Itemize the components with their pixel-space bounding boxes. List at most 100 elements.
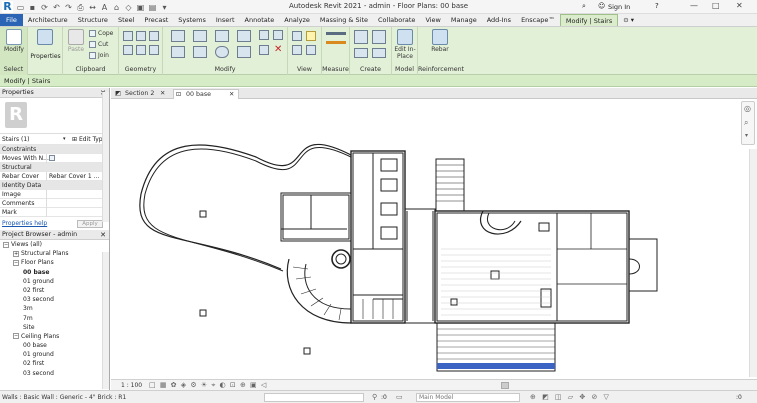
move-icon[interactable] (171, 46, 185, 58)
override-graphics-icon[interactable] (306, 31, 316, 41)
collapse-icon[interactable]: − (13, 259, 19, 266)
browser-item[interactable]: 7m (3, 314, 109, 323)
tab-insert[interactable]: Insert (211, 14, 240, 26)
linework-icon[interactable] (292, 45, 302, 55)
paint-icon[interactable] (136, 31, 146, 41)
copy-icon[interactable] (193, 46, 207, 58)
image-field[interactable] (46, 190, 100, 199)
worksets-icon[interactable]: ⚲ (372, 391, 377, 403)
tab-systems[interactable]: Systems (173, 14, 211, 26)
wall-joins-icon[interactable] (149, 31, 159, 41)
split-icon[interactable] (237, 46, 251, 58)
create-assembly-icon[interactable] (354, 30, 368, 44)
tab-collaborate[interactable]: Collaborate (373, 14, 420, 26)
rebar-cover-field[interactable]: Rebar Cover 1 ... (46, 172, 100, 181)
help-icon[interactable]: ? (655, 2, 659, 10)
filter-dropdown-icon[interactable]: ▾ (63, 134, 66, 145)
design-option-selector[interactable]: Main Model (416, 393, 520, 402)
browser-item[interactable]: + Structural Plans (3, 249, 109, 258)
rebar-button[interactable]: Rebar (429, 29, 451, 53)
type-selector[interactable]: R ▾ (0, 98, 109, 134)
browser-item[interactable]: 01 ground (3, 277, 109, 286)
tab-00-base[interactable]: ⊡ 00 base ✕ (173, 89, 239, 99)
properties-help-link[interactable]: Properties help (2, 220, 47, 227)
search-icon[interactable]: ⌕ (582, 2, 586, 11)
canvas-horizontal-scrollbar-thumb[interactable] (501, 382, 509, 389)
tab-manage[interactable]: Manage (446, 14, 482, 26)
offset-icon[interactable] (193, 30, 207, 42)
paste-button[interactable]: Paste (65, 29, 87, 53)
array-icon[interactable] (259, 30, 269, 40)
group-structural[interactable]: Structural (0, 163, 109, 172)
steering-wheel-icon[interactable]: ◎ (744, 104, 751, 113)
tab-add-ins[interactable]: Add-Ins (482, 14, 516, 26)
group-identity[interactable]: Identity Data (0, 181, 109, 190)
browser-item[interactable]: − Views (all) (3, 240, 109, 249)
dimension-icon[interactable] (326, 41, 346, 44)
minimize-button[interactable]: — (690, 1, 698, 10)
apply-button[interactable]: Apply (77, 220, 103, 228)
close-button[interactable]: ✕ (736, 1, 743, 10)
rotate-icon[interactable] (215, 46, 229, 58)
nav-options-icon[interactable]: ▾ (745, 132, 748, 139)
mirror-axis-icon[interactable] (215, 30, 229, 42)
join-geometry-icon[interactable] (136, 45, 146, 55)
moves-with-checkbox[interactable] (49, 155, 55, 161)
split-face-icon[interactable] (123, 31, 133, 41)
browser-item[interactable]: Site (3, 323, 109, 332)
browser-item[interactable]: 02 first (3, 359, 109, 368)
properties-button[interactable] (34, 29, 56, 45)
demolish-icon[interactable] (123, 45, 133, 55)
browser-item[interactable]: − Ceiling Plans (3, 332, 109, 341)
create-parts-icon[interactable] (372, 30, 386, 44)
group-constraints[interactable]: Constraints (0, 145, 109, 154)
browser-item[interactable]: 02 first (3, 286, 109, 295)
workset-selector[interactable] (264, 393, 364, 402)
browser-item[interactable]: 00 base (3, 268, 109, 277)
join-button[interactable]: Join (89, 52, 109, 59)
measure-icon[interactable] (326, 32, 346, 35)
create-similar-icon[interactable] (372, 48, 386, 58)
pin-icon[interactable] (259, 45, 269, 55)
tab-precast[interactable]: Precast (139, 14, 173, 26)
close-tab-icon[interactable]: ✕ (160, 89, 165, 99)
mark-field[interactable] (46, 208, 100, 217)
tab-architecture[interactable]: Architecture (23, 14, 73, 26)
browser-scrollbar[interactable] (102, 252, 109, 389)
tab-file[interactable]: File (0, 14, 23, 26)
browser-item[interactable]: 03 second (3, 295, 109, 304)
align-icon[interactable] (171, 30, 185, 42)
browser-item[interactable]: − Floor Plans (3, 258, 109, 267)
tab-structure[interactable]: Structure (73, 14, 113, 26)
create-group-icon[interactable] (354, 48, 368, 58)
hide-icon[interactable] (292, 31, 302, 41)
tab-massing-site[interactable]: Massing & Site (315, 14, 373, 26)
scale-icon[interactable] (273, 30, 283, 40)
cope-button[interactable]: Cope (89, 30, 113, 37)
canvas-vertical-scrollbar[interactable] (749, 149, 757, 377)
maximize-button[interactable]: □ (712, 1, 720, 10)
instance-filter[interactable]: Stairs (1) ▾ ⊞ Edit Type (0, 134, 109, 145)
selection-options-icons[interactable]: ⊕ ◩ ◫ ▱ ✥ ⊘ ▽ (530, 391, 611, 403)
comments-field[interactable] (46, 199, 100, 208)
sign-in-link[interactable]: Sign In (608, 3, 630, 11)
collapse-icon[interactable]: − (13, 333, 19, 340)
browser-item[interactable]: 3m (3, 304, 109, 313)
edit-in-place-button[interactable]: Edit In-Place (394, 29, 416, 60)
select-panel-label[interactable]: Select (0, 66, 27, 73)
tab-section-2[interactable]: ◩ Section 2 ✕ (113, 89, 169, 99)
expand-icon[interactable]: + (13, 250, 19, 257)
design-options-icon[interactable]: ▭ (396, 391, 403, 403)
close-browser-icon[interactable]: ✕ (100, 230, 106, 240)
tab-enscape[interactable]: Enscape™ (516, 14, 560, 26)
browser-item[interactable]: 03 second (3, 369, 109, 378)
ribbon-toggle-icon[interactable]: ⊙ ▾ (618, 14, 639, 26)
tab-annotate[interactable]: Annotate (240, 14, 280, 26)
browser-item[interactable]: 01 ground (3, 350, 109, 359)
trim-icon[interactable] (237, 30, 251, 42)
properties-scrollbar[interactable] (102, 92, 109, 222)
tab-view[interactable]: View (420, 14, 445, 26)
collapse-icon[interactable]: − (3, 241, 9, 248)
delete-icon[interactable]: ✕ (274, 44, 282, 55)
zoom-icon[interactable]: ⌕ (744, 118, 748, 128)
